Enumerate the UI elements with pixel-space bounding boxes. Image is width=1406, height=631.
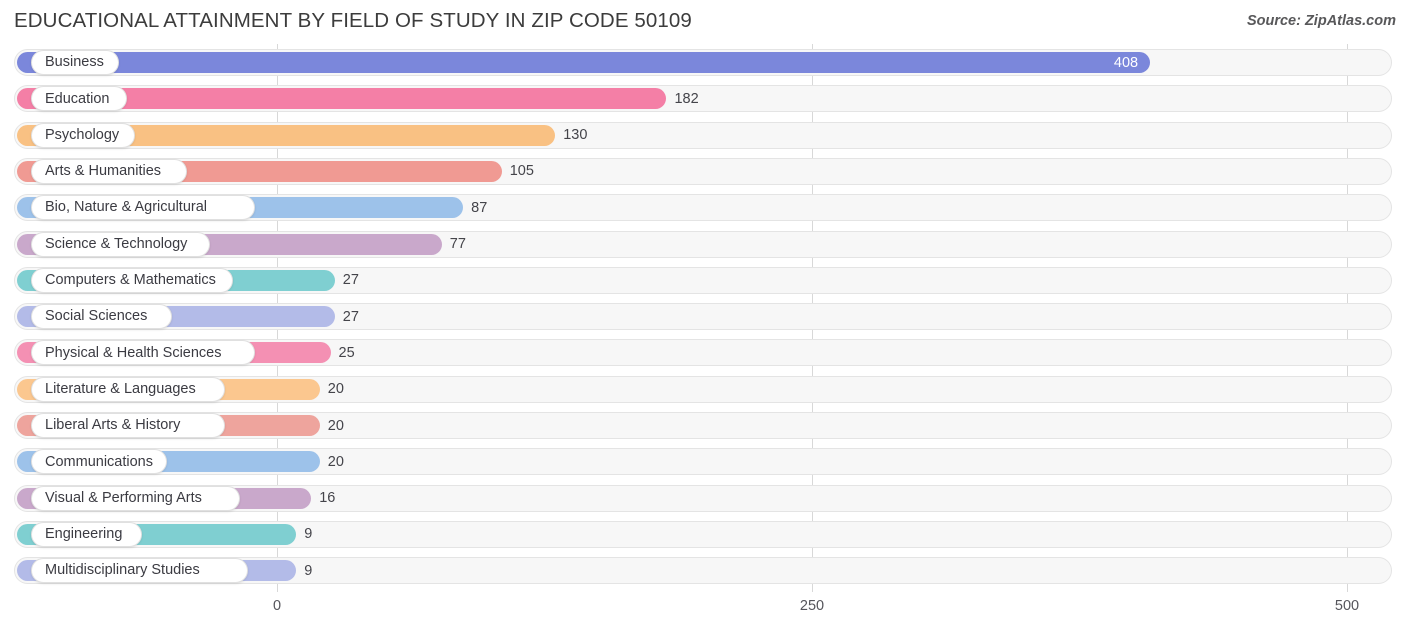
page-title: EDUCATIONAL ATTAINMENT BY FIELD OF STUDY… [14,9,692,32]
category-pill[interactable]: Computers & Mathematics [31,267,233,293]
bar-value-label: 20 [327,417,344,434]
category-label: Arts & Humanities [45,163,162,180]
chart-header: EDUCATIONAL ATTAINMENT BY FIELD OF STUDY… [0,0,1406,44]
bar-value-label: 27 [342,272,359,289]
category-label: Multidisciplinary Studies [45,562,200,579]
bar-rows: Business 408 Education 182 Psychology 130 Arts… [0,44,1406,592]
bar-value-label: 25 [338,344,355,361]
bar-value-label: 16 [319,490,336,507]
source-attribution: Source: ZipAtlas.com [1246,13,1396,29]
category-label: Visual & Performing Arts [45,489,202,506]
bar-value-label: 27 [342,308,359,325]
bar-value-label: 9 [304,562,313,579]
bar-value-label: 105 [509,163,534,180]
chart-plot-area: Business 408 Education 182 Psychology 130 Arts… [0,44,1406,592]
category-pill[interactable]: Literature & Languages [31,376,226,402]
bar-value-label: 20 [327,453,344,470]
category-pill[interactable]: Engineering [31,521,143,547]
bar-value-label: 130 [563,127,588,144]
category-pill[interactable]: Business [31,50,120,75]
category-label: Communications [45,453,153,470]
bar-value-label: 408 [1113,54,1139,71]
category-pill[interactable]: Bio, Nature & Agricultural [31,195,256,221]
category-pill[interactable]: Visual & Performing Arts [31,485,241,511]
category-label: Computers & Mathematics [45,272,216,289]
category-pill[interactable]: Arts & Humanities [31,158,188,184]
x-tick-label: 500 [1334,598,1360,614]
category-label: Engineering [45,526,123,543]
category-pill[interactable]: Communications [31,449,167,475]
category-pill[interactable]: Social Sciences [31,304,173,330]
bar-value-label: 20 [327,381,344,398]
x-tick-label: 250 [799,598,825,614]
x-axis: 0 250 500 [0,592,1406,631]
category-label: Social Sciences [45,308,148,325]
category-pill[interactable]: Education [31,86,127,112]
category-pill[interactable]: Multidisciplinary Studies [31,558,248,584]
category-label: Liberal Arts & History [45,417,181,434]
x-tick-label: 0 [272,598,282,614]
bar-value-label: 9 [304,526,313,543]
category-pill[interactable]: Science & Technology [31,231,210,257]
category-label: Literature & Languages [45,380,196,397]
bar-business[interactable] [17,52,1151,73]
category-label: Education [45,90,110,107]
category-label: Physical & Health Sciences [45,344,222,361]
category-label: Bio, Nature & Agricultural [45,199,207,216]
bar-value-label: 182 [674,90,699,107]
category-pill[interactable]: Liberal Arts & History [31,413,226,438]
category-pill[interactable]: Psychology [31,122,135,148]
category-label: Science & Technology [45,235,188,252]
bar-value-label: 77 [449,236,466,252]
bar-value-label: 87 [471,199,488,216]
category-pill[interactable]: Physical & Health Sciences [31,340,256,366]
category-label: Business [45,54,104,71]
category-label: Psychology [45,126,120,143]
